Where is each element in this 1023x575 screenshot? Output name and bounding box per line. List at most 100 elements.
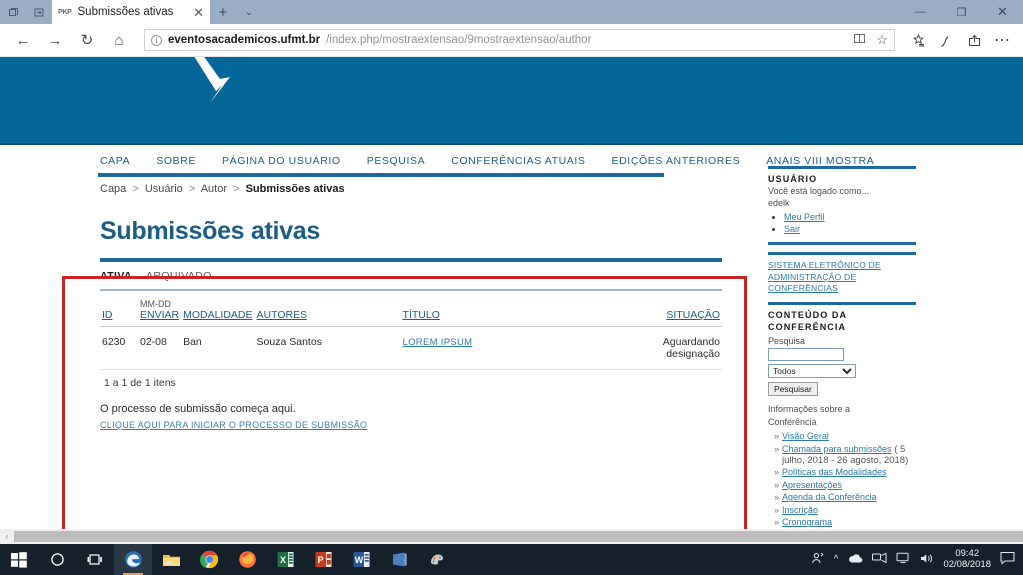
sidebar-conference-heading-1: CONTEÚDO DA — [768, 309, 848, 320]
sidebar-system-link-line1[interactable]: SISTEMA ELETRÔNICO DE — [768, 260, 916, 271]
start-icon[interactable] — [0, 544, 38, 575]
excel-icon[interactable]: X — [266, 544, 304, 575]
network-icon[interactable] — [872, 552, 887, 567]
window-controls: — ❐ ✕ — [900, 0, 1023, 24]
more-icon[interactable]: ⋯ — [989, 26, 1015, 54]
window-minimize-button[interactable]: — — [900, 0, 941, 24]
breadcrumb-item-autor[interactable]: Autor — [201, 183, 227, 195]
chevron-up-icon[interactable]: ^ — [834, 554, 839, 565]
search-scope-select[interactable]: Todos — [768, 363, 856, 378]
nav-item-anais-viii-mostra[interactable]: ANAIS VIII MOSTRA — [766, 155, 874, 167]
cortana-icon[interactable] — [38, 544, 76, 575]
home-icon[interactable]: ⌂ — [104, 26, 134, 54]
window-restore-icon[interactable] — [0, 0, 26, 24]
nav-item-capa[interactable]: CAPA — [100, 155, 130, 167]
col-submit[interactable]: MM-DD ENVIAR — [138, 293, 182, 327]
scrollbar-track[interactable] — [14, 531, 1023, 542]
sidebar-system-link-line2[interactable]: ADMINISTRAÇÃO DE CONFERÊNCIAS — [768, 272, 916, 295]
col-status[interactable]: SITUAÇÃO — [610, 293, 722, 327]
paint-icon[interactable] — [418, 544, 456, 575]
breadcrumb-item-capa[interactable]: Capa — [100, 183, 126, 195]
window-maximize-button[interactable]: ❐ — [941, 0, 982, 24]
sidebar-link-visao-geral[interactable]: Visão Geral — [782, 431, 829, 441]
breadcrumb-separator: > — [188, 183, 196, 195]
forward-icon[interactable]: → — [40, 26, 70, 54]
nav-item-sobre[interactable]: SOBRE — [156, 155, 196, 167]
sidebar-link-agenda-da-conferencia[interactable]: Agenda da Conferência — [782, 492, 877, 502]
sidebar: USUÁRIO Você está logado como... edelk M… — [762, 145, 922, 529]
taskbar-clock[interactable]: 09:42 02/08/2018 — [943, 547, 991, 571]
web-note-icon[interactable] — [933, 26, 959, 54]
col-id-label: ID — [102, 309, 113, 321]
sidebar-link-meu-perfil[interactable]: Meu Perfil — [784, 212, 825, 222]
search-button[interactable]: Pesquisar — [768, 381, 818, 396]
new-tab-button[interactable]: + — [210, 0, 236, 24]
nav-item-pagina-do-usuario[interactable]: PÁGINA DO USUÁRIO — [222, 155, 341, 167]
sidebar-link-inscricao[interactable]: Inscrição — [782, 505, 818, 515]
search-input[interactable] — [768, 347, 844, 361]
action-center-icon[interactable] — [1000, 551, 1015, 568]
sidebar-link-chamada-para-submissoes[interactable]: Chamada para submissões — [782, 444, 892, 454]
back-icon[interactable]: ← — [8, 26, 38, 54]
people-icon[interactable] — [811, 551, 825, 568]
sidebar-link-apresentacoes[interactable]: Apresentações — [782, 480, 842, 490]
share-icon[interactable] — [961, 26, 987, 54]
start-submission-link[interactable]: CLIQUE AQUI PARA INICIAR O PROCESSO DE S… — [100, 420, 367, 430]
tab-favicon: PKP — [58, 8, 72, 16]
file-explorer-icon[interactable] — [152, 544, 190, 575]
list-item: Agenda da Conferência — [774, 492, 916, 503]
submission-title-link[interactable]: LOREM IPSUM — [403, 337, 473, 348]
task-view-icon[interactable] — [76, 544, 114, 575]
site-info-icon[interactable]: i — [151, 34, 162, 46]
tab-ativa[interactable]: ATIVA — [100, 270, 132, 282]
word-icon[interactable]: W — [342, 544, 380, 575]
sidebar-logged-as: Você está logado como... — [768, 186, 870, 196]
favorite-star-icon[interactable]: ☆ — [876, 32, 888, 48]
nav-item-conferencias-atuais[interactable]: CONFERÊNCIAS ATUAIS — [451, 155, 585, 167]
firefox-icon[interactable] — [228, 544, 266, 575]
set-aside-tabs-icon[interactable] — [26, 0, 52, 24]
browser-tab[interactable]: PKP Submissões ativas ✕ — [52, 0, 210, 24]
col-title[interactable]: TÍTULO — [400, 293, 611, 327]
site-nav-menu: CAPA SOBRE PÁGINA DO USUÁRIO PESQUISA CO… — [0, 145, 874, 167]
col-title-label: TÍTULO — [402, 309, 440, 321]
reading-view-icon[interactable] — [853, 32, 866, 48]
chrome-icon[interactable] — [190, 544, 228, 575]
tab-arquivado[interactable]: ARQUIVADO — [146, 270, 212, 282]
tab-close-icon[interactable]: ✕ — [193, 6, 204, 19]
nav-item-edicoes-anteriores[interactable]: EDIÇÕES ANTERIORES — [612, 155, 741, 167]
chevron-down-icon[interactable]: ⌄ — [236, 0, 262, 24]
list-item: Chamada para submissões ( 5 julho, 2018 … — [774, 444, 916, 466]
col-authors[interactable]: AUTORES — [254, 293, 401, 327]
window-close-button[interactable]: ✕ — [982, 0, 1023, 24]
powerpoint-icon[interactable]: P — [304, 544, 342, 575]
refresh-icon[interactable]: ↻ — [72, 26, 102, 54]
sidebar-divider — [768, 242, 916, 246]
col-modality[interactable]: MODALIDADE — [181, 293, 255, 327]
sidebar-link-politicas-das-modalidades[interactable]: Políticas das Modalidades — [782, 467, 887, 477]
volume-icon[interactable] — [920, 552, 934, 568]
tab-title: Submissões ativas — [77, 6, 174, 18]
address-bar[interactable]: i eventosacademicos.ufmt.br/index.php/mo… — [144, 29, 895, 51]
scroll-left-arrow-icon[interactable]: ‹ — [0, 532, 14, 541]
list-item: Políticas das Modalidades — [774, 467, 916, 478]
col-status-label: SITUAÇÃO — [666, 309, 720, 321]
col-modality-label: MODALIDADE — [183, 309, 253, 321]
horizontal-scrollbar[interactable]: ‹ › — [0, 529, 1023, 544]
sidebar-link-sair[interactable]: Sair — [784, 224, 800, 234]
edge-icon[interactable] — [114, 544, 152, 575]
col-submit-pre: MM-DD — [140, 299, 171, 309]
sidebar-link-cronograma[interactable]: Cronograma — [782, 517, 832, 527]
display-icon[interactable] — [896, 552, 911, 567]
submissions-table: ID MM-DD ENVIAR MODALIDADE AUTORES TÍTUL… — [100, 293, 722, 370]
onenote-icon[interactable] — [380, 544, 418, 575]
cell-status: Aguardando designação — [610, 326, 722, 370]
hub-icon[interactable] — [905, 26, 931, 54]
breadcrumb-separator: > — [132, 183, 139, 195]
col-id[interactable]: ID — [100, 293, 138, 327]
clock-time: 09:42 — [955, 547, 980, 559]
onedrive-icon[interactable] — [847, 552, 863, 567]
scrollbar-thumb[interactable] — [14, 531, 1023, 542]
nav-item-pesquisa[interactable]: PESQUISA — [367, 155, 425, 167]
breadcrumb-item-usuario[interactable]: Usuário — [145, 183, 183, 195]
